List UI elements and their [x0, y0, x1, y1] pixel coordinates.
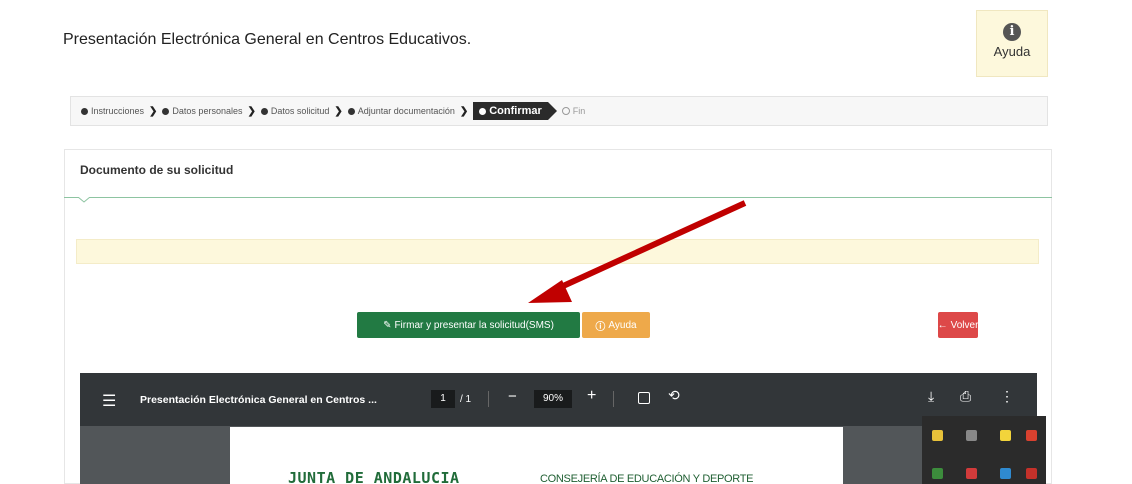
zoom-out-icon[interactable]: −: [508, 388, 517, 405]
edit-icon: ✎: [383, 319, 392, 331]
zoom-input[interactable]: 90%: [534, 390, 572, 408]
help-inline-label: Ayuda: [608, 319, 637, 331]
page-total: / 1: [460, 394, 472, 405]
step-instrucciones[interactable]: Instrucciones: [81, 106, 144, 116]
check-circle-icon: [162, 107, 170, 115]
sign-submit-label: Firmar y presentar la solicitud(SMS): [394, 319, 554, 331]
panel-notch: [78, 197, 90, 203]
rotate-icon[interactable]: ⟲: [668, 387, 680, 404]
check-circle-icon: [260, 107, 268, 115]
app-red-icon[interactable]: [966, 468, 977, 479]
consejeria-text: CONSEJERÍA DE EDUCACIÓN Y DEPORTE: [540, 473, 754, 484]
step-confirmar: Confirmar: [473, 102, 557, 120]
toolbox-icon[interactable]: [1026, 430, 1037, 441]
info-circle-icon: ⓘ: [595, 321, 606, 333]
step-label: Datos personales: [172, 106, 243, 116]
acrobat-icon[interactable]: [1026, 468, 1037, 479]
help-label: Ayuda: [993, 44, 1031, 59]
print-icon[interactable]: ⎙: [960, 388, 971, 405]
chevron-right-icon: ❯: [247, 105, 256, 117]
panel-title: Documento de su solicitud: [80, 163, 234, 177]
back-button[interactable]: ← Volver: [938, 312, 978, 338]
step-adjuntar-documentacion[interactable]: Adjuntar documentación: [347, 106, 455, 116]
arrow-left-icon: ←: [937, 319, 948, 331]
step-datos-solicitud[interactable]: Datos solicitud: [260, 106, 330, 116]
check-circle-icon: [347, 107, 355, 115]
pdf-viewer[interactable]: ☰ Presentación Electrónica General en Ce…: [80, 373, 1037, 484]
pdf-page: JUNTA DE ANDALUCIA CONSEJERÍA DE EDUCACI…: [230, 427, 843, 484]
pdf-toolbar: ☰ Presentación Electrónica General en Ce…: [80, 373, 1037, 426]
junta-logo-text: JUNTA DE ANDALUCIA: [288, 469, 460, 484]
info-alert: [76, 239, 1039, 264]
check-circle-icon: [81, 107, 88, 115]
system-tray-popup: [922, 416, 1046, 484]
menu-icon[interactable]: ☰: [102, 391, 116, 411]
step-label: Adjuntar documentación: [357, 106, 455, 116]
chevron-right-icon: ❯: [334, 105, 343, 117]
help-button[interactable]: i Ayuda: [976, 10, 1048, 77]
circle-icon: [479, 107, 487, 115]
step-label: Fin: [572, 106, 586, 116]
step-label: Confirmar: [489, 105, 542, 117]
help-inline-button[interactable]: ⓘ Ayuda: [582, 312, 650, 338]
progress-steps: Instrucciones ❯ Datos personales ❯ Datos…: [70, 96, 1048, 126]
page-number-input[interactable]: 1: [431, 390, 455, 408]
more-vert-icon[interactable]: ⋮: [1000, 388, 1014, 405]
chevron-right-icon: ❯: [149, 105, 158, 117]
app-blue-icon[interactable]: [1000, 468, 1011, 479]
step-fin: Fin: [561, 106, 586, 116]
toolbar-divider: [488, 391, 489, 407]
panel-divider: [64, 197, 1052, 198]
notes-icon[interactable]: [1000, 430, 1011, 441]
info-circle-icon: i: [1003, 23, 1021, 41]
pdf-title: Presentación Electrónica General en Cent…: [140, 394, 377, 406]
shield-icon[interactable]: [932, 430, 943, 441]
step-label: Instrucciones: [91, 106, 145, 116]
toolbar-divider: [613, 391, 614, 407]
zoom-in-icon[interactable]: +: [587, 387, 596, 405]
step-label: Datos solicitud: [270, 106, 330, 116]
chevron-right-icon: ❯: [459, 105, 469, 117]
sign-submit-button[interactable]: ✎ Firmar y presentar la solicitud(SMS): [357, 312, 580, 338]
app-green-icon[interactable]: [932, 468, 943, 479]
download-icon[interactable]: ⤓: [928, 388, 934, 405]
empty-circle-icon: [561, 107, 570, 115]
page-title: Presentación Electrónica General en Cent…: [63, 31, 472, 48]
back-label: Volver: [950, 319, 979, 331]
step-datos-personales[interactable]: Datos personales: [162, 106, 242, 116]
eye-off-icon[interactable]: [966, 430, 977, 441]
fit-page-icon[interactable]: [638, 392, 650, 404]
